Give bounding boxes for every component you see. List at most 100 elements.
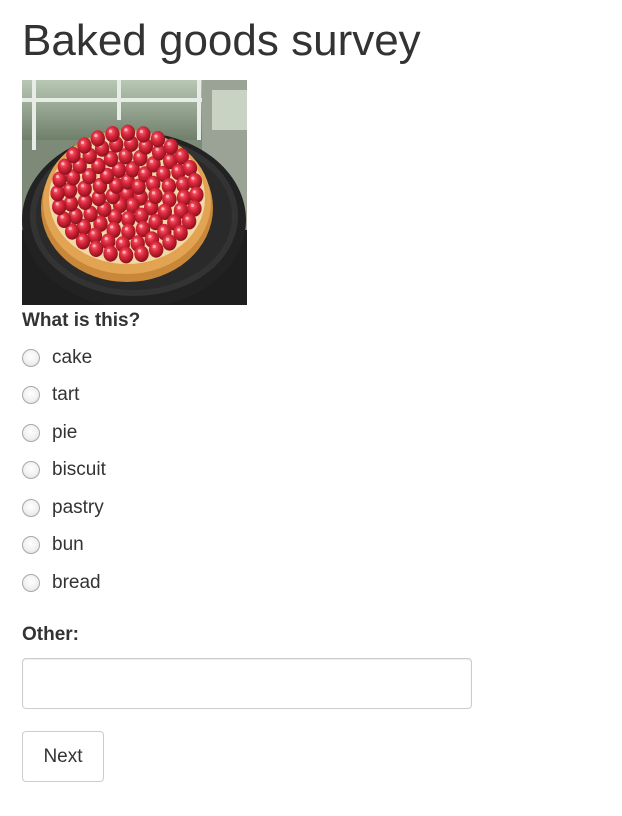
option-biscuit[interactable]: biscuit (22, 451, 322, 489)
raspberry-highlight (190, 203, 194, 207)
option-label: pie (52, 422, 78, 443)
option-label: biscuit (52, 459, 106, 480)
raspberry-highlight (122, 151, 126, 155)
raspberry-highlight (81, 197, 85, 201)
raspberry-highlight (66, 185, 70, 189)
raspberry-highlight (178, 151, 182, 156)
raspberry-highlight (154, 134, 158, 138)
page-title: Baked goods survey (22, 16, 421, 65)
raspberry-highlight (87, 209, 91, 213)
raspberry (105, 126, 120, 143)
raspberry-highlight (180, 193, 184, 197)
radio-button[interactable] (22, 386, 40, 404)
option-cake[interactable]: cake (22, 339, 322, 377)
option-label: cake (52, 347, 93, 368)
raspberry-highlight (67, 198, 71, 203)
raspberry-highlight (129, 164, 133, 168)
raspberry-highlight (179, 179, 183, 184)
raspberry-highlight (80, 141, 85, 145)
raspberry-highlight (177, 206, 181, 210)
raspberry-highlight (136, 153, 140, 157)
raspberry-highlight (147, 202, 151, 206)
raspberry (103, 245, 118, 262)
raspberry-highlight (96, 181, 100, 185)
raspberry-highlight (185, 216, 189, 220)
option-label: tart (52, 384, 80, 405)
raspberry (149, 241, 164, 258)
raspberry-highlight (81, 184, 85, 188)
option-label: bun (52, 534, 84, 555)
raspberry-highlight (152, 244, 156, 249)
raspberry (88, 240, 104, 257)
raspberry-highlight (134, 238, 138, 243)
raspberry-highlight (151, 191, 156, 195)
raspberry-highlight (92, 244, 96, 248)
next-button[interactable]: Next (22, 731, 104, 782)
radio-button[interactable] (22, 536, 40, 554)
raspberry-highlight (186, 163, 190, 167)
option-bun[interactable]: bun (22, 526, 322, 564)
option-pie[interactable]: pie (22, 414, 322, 452)
option-label: pastry (52, 497, 104, 518)
raspberry (134, 245, 149, 262)
raspberry-highlight (137, 249, 142, 253)
radio-button[interactable] (22, 574, 40, 592)
radio-button[interactable] (22, 424, 40, 442)
raspberry-highlight (149, 179, 153, 183)
raspberry-highlight (55, 202, 59, 206)
raspberry-highlight (69, 172, 73, 176)
other-text-input[interactable] (22, 658, 472, 709)
raspberry (150, 131, 166, 148)
raspberry-highlight (112, 181, 116, 185)
raspberry (118, 247, 134, 264)
raspberry-highlight (124, 227, 128, 231)
raspberry-highlight (94, 161, 98, 165)
raspberry-highlight (124, 214, 128, 218)
raspberry-highlight (115, 165, 119, 169)
option-label: bread (52, 572, 101, 593)
option-pastry[interactable]: pastry (22, 489, 322, 527)
raspberry-highlight (61, 162, 65, 166)
raspberry (162, 234, 177, 251)
raspberry-highlight (149, 159, 154, 163)
raspberry-highlight (152, 217, 156, 221)
raspberry-highlight (69, 150, 73, 154)
raspberry (77, 137, 92, 154)
raspberry-highlight (94, 133, 98, 138)
raspberry-highlight (139, 224, 143, 228)
raspberry-highlight (165, 181, 169, 185)
raspberry-highlight (60, 215, 64, 219)
raspberry-highlight (124, 176, 128, 180)
radio-button[interactable] (22, 461, 40, 479)
raspberry-highlight (192, 190, 196, 194)
raspberry-highlight (107, 154, 111, 158)
raspberry-highlight (135, 182, 139, 186)
raspberry-highlight (108, 129, 113, 133)
radio-button[interactable] (22, 349, 40, 367)
raspberry-highlight (54, 188, 58, 192)
raspberry-highlight (177, 228, 181, 232)
raspberry-highlight (110, 225, 114, 229)
raspberry-highlight (137, 211, 141, 215)
raspberry-highlight (174, 167, 178, 171)
option-bread[interactable]: bread (22, 564, 322, 602)
raspberry-highlight (124, 128, 128, 132)
other-label: Other: (22, 624, 79, 645)
raspberry-highlight (123, 189, 127, 193)
raspberry-highlight (139, 129, 143, 134)
raspberry-highlight (104, 237, 108, 241)
raspberry-highlight (165, 194, 169, 198)
option-tart[interactable]: tart (22, 376, 322, 414)
raspberry-highlight (85, 171, 89, 175)
radio-button[interactable] (22, 499, 40, 517)
raspberry (136, 126, 151, 143)
raspberry-highlight (128, 201, 133, 205)
raspberry-highlight (103, 171, 107, 175)
raspberry-highlight (107, 248, 111, 253)
survey-page: Baked goods survey What is this? cake ta… (0, 0, 622, 816)
raspberry-highlight (170, 217, 174, 221)
tart-image (22, 80, 247, 305)
raspberry-highlight (119, 239, 123, 243)
raspberry (148, 187, 163, 205)
raspberry (90, 130, 106, 147)
